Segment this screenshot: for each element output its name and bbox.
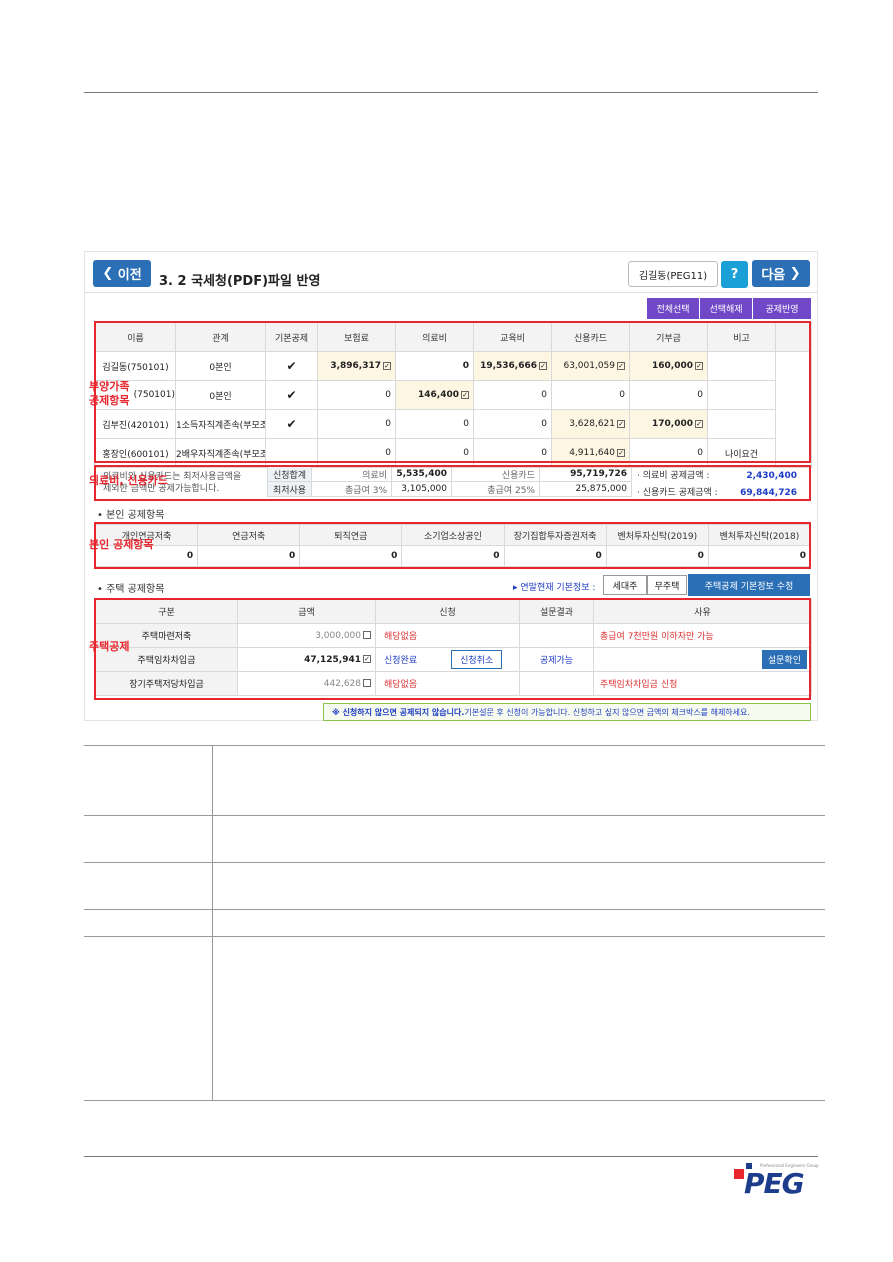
cell [212, 862, 825, 910]
notice-strong: ※ 신청하지 않으면 공제되지 않습니다. [332, 707, 465, 717]
cell [84, 909, 213, 937]
householder-button[interactable]: 세대주 [603, 575, 647, 595]
house-highlight-box [94, 598, 811, 700]
table-row [84, 815, 825, 863]
page-title: 3. 2 국세청(PDF)파일 반영 [159, 274, 321, 289]
dependent-highlight-box [94, 321, 811, 463]
notice-text: 기본설문 후 신청이 가능합니다. 신청하고 싶지 않으면 금액의 체크박스를 … [464, 707, 750, 717]
next-label: 다음 [761, 268, 786, 283]
divider [85, 292, 817, 293]
logo-squares-icon [734, 1169, 744, 1179]
cell [212, 936, 825, 1101]
house-info-label: ▸ 연말현재 기본정보 : [513, 583, 596, 593]
house-deduction-title: • 주택 공제항목 [97, 584, 165, 595]
table-row [84, 909, 825, 937]
cell [84, 862, 213, 910]
table-row [84, 745, 825, 816]
edit-house-info-button[interactable]: 주택공제 기본정보 수정 [688, 574, 810, 596]
screenshot-panel: ❮ 이전 3. 2 국세청(PDF)파일 반영 김길동(PEG11) ? 다음 … [84, 251, 818, 721]
chevron-left-icon: ❮ [102, 266, 118, 281]
table-row [84, 936, 825, 1101]
self-deduction-title: • 본인 공제항목 [97, 510, 165, 521]
header-rule [84, 92, 818, 93]
next-button[interactable]: 다음 ❯ [752, 260, 810, 287]
logo-text: PEG [744, 1167, 805, 1200]
prev-label: 이전 [117, 268, 142, 283]
select-all-button[interactable]: 전체선택 [647, 298, 699, 319]
chevron-right-icon: ❯ [785, 266, 801, 281]
label-line: 부양가족 [89, 380, 130, 393]
cell [84, 936, 213, 1101]
medical-highlight-box [94, 465, 811, 501]
help-button[interactable]: ? [721, 261, 748, 288]
label-house: 주택공제 [89, 640, 130, 653]
prev-button[interactable]: ❮ 이전 [93, 260, 151, 287]
label-medical-card: 의료비, 신용카드 [89, 474, 168, 487]
table-row [84, 862, 825, 910]
self-highlight-box [94, 522, 811, 569]
peg-logo: Professional Engineers Group PEG [734, 1163, 819, 1203]
cell [212, 745, 825, 816]
cell [84, 745, 213, 816]
cell [212, 815, 825, 863]
label-line: 공제항목 [89, 394, 130, 407]
label-dependent: 부양가족 공제항목 [89, 380, 129, 408]
notice-banner: ※ 신청하지 않으면 공제되지 않습니다. 기본설문 후 신청이 가능합니다. … [323, 703, 811, 721]
description-table [84, 745, 825, 1101]
apply-deduction-button[interactable]: 공제반영 [753, 298, 811, 319]
label-self: 본인 공제항목 [89, 538, 154, 551]
cell [212, 909, 825, 937]
deselect-button[interactable]: 선택해제 [700, 298, 752, 319]
homeless-button[interactable]: 무주택 [647, 575, 687, 595]
user-box: 김길동(PEG11) [628, 261, 718, 287]
footer-rule [84, 1156, 818, 1157]
cell [84, 815, 213, 863]
